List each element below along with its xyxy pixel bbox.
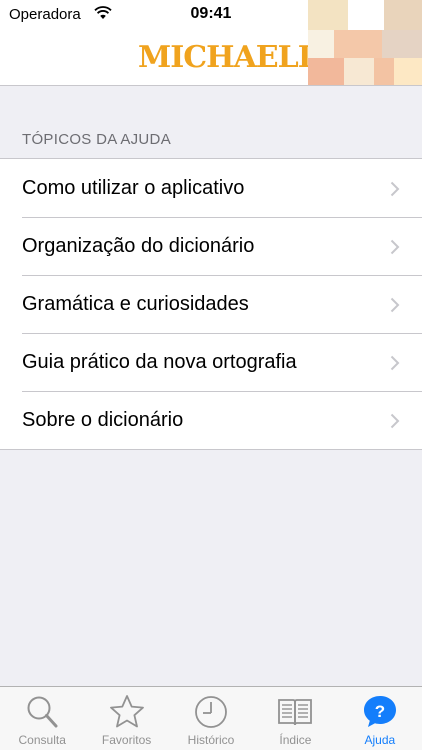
chevron-right-icon <box>390 413 400 429</box>
chevron-right-icon <box>390 355 400 371</box>
book-icon <box>278 699 313 726</box>
app-header: Operadora 09:41 MICHAELIS <box>0 0 422 86</box>
tab-label: Ajuda <box>364 733 396 747</box>
help-topic-about-dictionary[interactable]: Sobre o dicionário <box>0 391 422 449</box>
help-topic-label: Guia prático da nova ortografia <box>22 350 297 373</box>
clock-icon <box>195 696 227 728</box>
help-icon: ? <box>363 696 396 727</box>
help-topic-dictionary-organization[interactable]: Organização do dicionário <box>0 217 422 275</box>
tab-label: Histórico <box>187 733 235 747</box>
tab-label: Favoritos <box>101 733 152 747</box>
help-topic-label: Organização do dicionário <box>22 234 255 257</box>
star-icon <box>109 695 144 728</box>
help-topic-label: Gramática e curiosidades <box>22 292 249 315</box>
chevron-right-icon <box>390 181 400 197</box>
tab-label: Índice <box>279 733 312 747</box>
tab-indice[interactable]: Índice <box>253 687 337 750</box>
search-icon <box>27 696 58 728</box>
help-topics-list: Como utilizar o aplicativo Organização d… <box>0 158 422 450</box>
tab-historico[interactable]: Histórico <box>169 687 253 750</box>
help-topic-grammar-curiosities[interactable]: Gramática e curiosidades <box>0 275 422 333</box>
michaelis-logo: MICHAELIS <box>138 40 332 75</box>
header-mosaic-decoration <box>308 0 422 85</box>
chevron-right-icon <box>390 297 400 313</box>
help-topic-label: Sobre o dicionário <box>22 408 184 431</box>
help-topic-how-to-use[interactable]: Como utilizar o aplicativo <box>0 159 422 217</box>
tab-favoritos[interactable]: Favoritos <box>84 687 168 750</box>
help-topic-spelling-guide[interactable]: Guia prático da nova ortografia <box>0 333 422 391</box>
tab-ajuda[interactable]: ? Ajuda <box>338 687 422 750</box>
tab-consulta[interactable]: Consulta <box>0 687 84 750</box>
tab-bar: Consulta Favoritos Histórico Índice ? Aj… <box>0 686 422 750</box>
chevron-right-icon <box>390 239 400 255</box>
help-topic-label: Como utilizar o aplicativo <box>22 176 245 199</box>
help-screen: Operadora 09:41 MICHAELIS TÓPICOS DA AJU… <box>0 0 422 750</box>
help-section-title: TÓPICOS DA AJUDA <box>22 131 171 148</box>
tab-label: Consulta <box>18 733 66 747</box>
svg-text:?: ? <box>375 702 385 721</box>
